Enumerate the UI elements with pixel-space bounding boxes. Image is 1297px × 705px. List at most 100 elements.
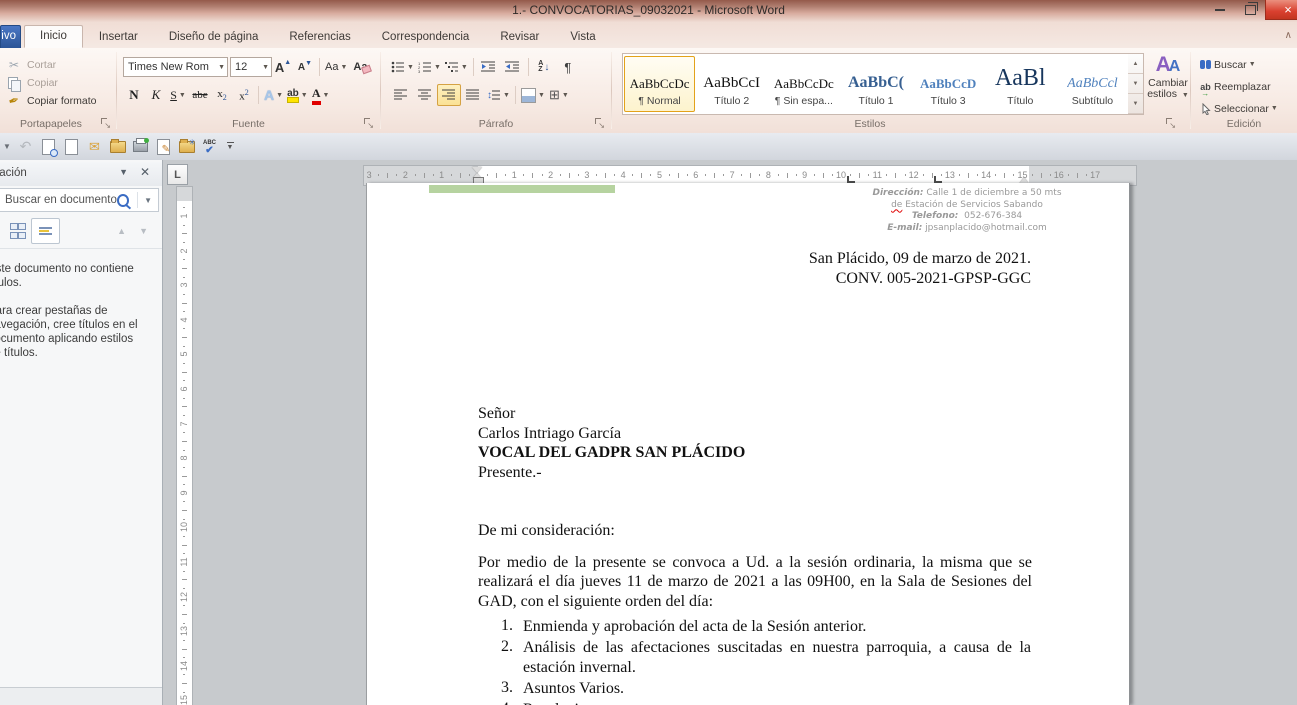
style-card-7[interactable]: AaBbCclSubtítulo bbox=[1057, 56, 1128, 112]
clipboard-dialog-launcher[interactable] bbox=[101, 118, 111, 128]
align-right-button[interactable] bbox=[437, 84, 461, 106]
font-size-combo[interactable]: 12▼ bbox=[230, 57, 272, 77]
align-center-button[interactable] bbox=[413, 84, 437, 106]
find-button[interactable]: Buscar▼ bbox=[1197, 56, 1256, 73]
navigation-pane-tabs: ▲ ▼ bbox=[0, 216, 162, 244]
toolbar-overflow-button[interactable]: ▼ bbox=[221, 137, 239, 157]
increase-indent-button[interactable] bbox=[501, 56, 525, 78]
tab-revisar[interactable]: Revisar bbox=[485, 27, 554, 48]
tab-dise-o-de-p-gina[interactable]: Diseño de página bbox=[154, 27, 274, 48]
ruler-tick bbox=[941, 174, 942, 176]
undo-button[interactable]: ↶ bbox=[14, 137, 37, 157]
style-card-6[interactable]: AaBlTítulo bbox=[985, 56, 1056, 112]
multilevel-list-button[interactable]: ▼ bbox=[443, 56, 470, 78]
gallery-up-button[interactable]: ▲ bbox=[1128, 54, 1143, 74]
style-card-2[interactable]: AaBbCcITítulo 2 bbox=[696, 56, 767, 112]
align-left-icon bbox=[394, 89, 408, 101]
search-options-button[interactable]: ▼ bbox=[144, 196, 152, 205]
underline-button[interactable]: S▼ bbox=[167, 84, 189, 106]
find-icon bbox=[1197, 60, 1214, 69]
tab-archivo[interactable]: Archivo bbox=[0, 25, 21, 48]
vertical-ruler[interactable]: 123456789101112131415 bbox=[176, 186, 193, 705]
minimize-button[interactable] bbox=[1205, 0, 1235, 19]
justify-button[interactable] bbox=[461, 84, 485, 106]
tab-stop-marker[interactable] bbox=[934, 176, 942, 183]
insert-folder-button[interactable] bbox=[175, 137, 198, 157]
font-dialog-launcher[interactable] bbox=[364, 118, 374, 128]
font-color-button[interactable]: A▼ bbox=[310, 84, 332, 106]
text-effects-button[interactable]: A▼ bbox=[262, 84, 285, 106]
borders-button[interactable]: ⊞▼ bbox=[547, 84, 571, 106]
style-card-4[interactable]: AaBbC(Título 1 bbox=[840, 56, 911, 112]
shading-button[interactable]: ▼ bbox=[519, 84, 547, 106]
style-name: ¶ Normal bbox=[638, 95, 680, 107]
highlight-button[interactable]: ab▼ bbox=[285, 84, 310, 106]
print-preview-button[interactable] bbox=[37, 137, 60, 157]
cut-button[interactable]: ✂ Cortar bbox=[6, 56, 56, 74]
style-card-3[interactable]: AaBbCcDc¶ Sin espa... bbox=[768, 56, 839, 112]
attachment-button[interactable]: ✉ bbox=[83, 137, 106, 157]
ruler-tick bbox=[182, 268, 187, 269]
tab-vista[interactable]: Vista bbox=[555, 27, 610, 48]
subscript-button[interactable]: x2 bbox=[211, 84, 233, 106]
quick-print-button[interactable] bbox=[129, 137, 152, 157]
gallery-more-button[interactable]: ▼ bbox=[1128, 94, 1143, 114]
browse-pages-tab[interactable] bbox=[31, 218, 60, 244]
tab-insertar[interactable]: Insertar bbox=[84, 27, 153, 48]
close-button[interactable]: × bbox=[1265, 0, 1297, 20]
previous-result-button[interactable]: ▲ bbox=[117, 226, 126, 236]
agenda-number: 2. bbox=[501, 638, 523, 678]
next-result-button[interactable]: ▼ bbox=[139, 226, 148, 236]
pane-close-button[interactable]: ✕ bbox=[140, 165, 150, 179]
line-spacing-button[interactable]: ↕ ▼ bbox=[485, 84, 512, 106]
ruler-tick bbox=[183, 363, 185, 364]
style-card-1[interactable]: AaBbCcDc¶ Normal bbox=[624, 56, 695, 112]
tab-stop-selector[interactable]: L bbox=[167, 164, 188, 185]
strikethrough-button[interactable]: abe bbox=[189, 84, 211, 106]
numbering-button[interactable]: 123▼ bbox=[416, 56, 443, 78]
tab-stop-marker[interactable] bbox=[847, 176, 855, 183]
bullets-button[interactable]: ▼ bbox=[389, 56, 416, 78]
italic-button[interactable]: K bbox=[145, 84, 167, 106]
recipient-line: Señor bbox=[478, 404, 745, 424]
select-button[interactable]: Seleccionar▼ bbox=[1197, 100, 1278, 117]
grow-font-button[interactable]: A▲ bbox=[272, 56, 294, 78]
document-page[interactable]: Dirección: Calle 1 de diciembre a 50 mts… bbox=[366, 183, 1130, 705]
table-header-bar bbox=[429, 185, 615, 193]
clear-formatting-button[interactable]: Aa bbox=[349, 56, 371, 78]
bold-button[interactable]: N bbox=[123, 84, 145, 106]
new-document-button[interactable] bbox=[60, 137, 83, 157]
replace-button[interactable]: ab Reemplazar bbox=[1197, 78, 1271, 95]
edit-button[interactable] bbox=[152, 137, 175, 157]
show-marks-button[interactable]: ¶ bbox=[556, 56, 580, 78]
superscript-button[interactable]: x2 bbox=[233, 84, 255, 106]
decrease-indent-button[interactable] bbox=[477, 56, 501, 78]
gallery-down-button[interactable]: ▼ bbox=[1128, 74, 1143, 94]
copy-button[interactable]: Copiar bbox=[6, 74, 58, 92]
tab-correspondencia[interactable]: Correspondencia bbox=[367, 27, 485, 48]
collapse-ribbon-button[interactable]: ∧ bbox=[1285, 30, 1292, 41]
shrink-font-button[interactable]: A▼ bbox=[294, 56, 316, 78]
spelling-button[interactable]: ABC✔ bbox=[198, 137, 221, 157]
paragraph-dialog-launcher[interactable] bbox=[595, 118, 605, 128]
style-card-5[interactable]: AaBbCcDTítulo 3 bbox=[913, 56, 984, 112]
change-styles-button[interactable]: AA Cambiar estilos ▼ bbox=[1146, 53, 1190, 125]
tab-inicio[interactable]: Inicio bbox=[24, 25, 83, 48]
pane-options-button[interactable]: ▼ bbox=[119, 167, 128, 177]
align-left-button[interactable] bbox=[389, 84, 413, 106]
document-search-box[interactable]: Buscar en documento ▼ bbox=[0, 188, 159, 212]
styles-dialog-launcher[interactable] bbox=[1166, 118, 1176, 128]
new-document-icon bbox=[65, 139, 78, 155]
qat-menu-button[interactable]: ▼ bbox=[0, 137, 14, 157]
tab-referencias[interactable]: Referencias bbox=[274, 27, 365, 48]
sort-button[interactable]: AZ ↓ bbox=[532, 56, 556, 78]
change-case-button[interactable]: Aa▼ bbox=[323, 56, 349, 78]
format-painter-button[interactable]: ✒ Copiar formato bbox=[6, 92, 96, 110]
change-styles-icon-2: A bbox=[1169, 58, 1181, 75]
ruler-tick bbox=[182, 372, 187, 373]
align-center-icon bbox=[418, 89, 432, 101]
restore-button[interactable] bbox=[1235, 0, 1265, 19]
font-name-combo[interactable]: Times New Rom▼ bbox=[123, 57, 228, 77]
open-button[interactable] bbox=[106, 137, 129, 157]
browse-headings-tab[interactable] bbox=[2, 218, 31, 244]
